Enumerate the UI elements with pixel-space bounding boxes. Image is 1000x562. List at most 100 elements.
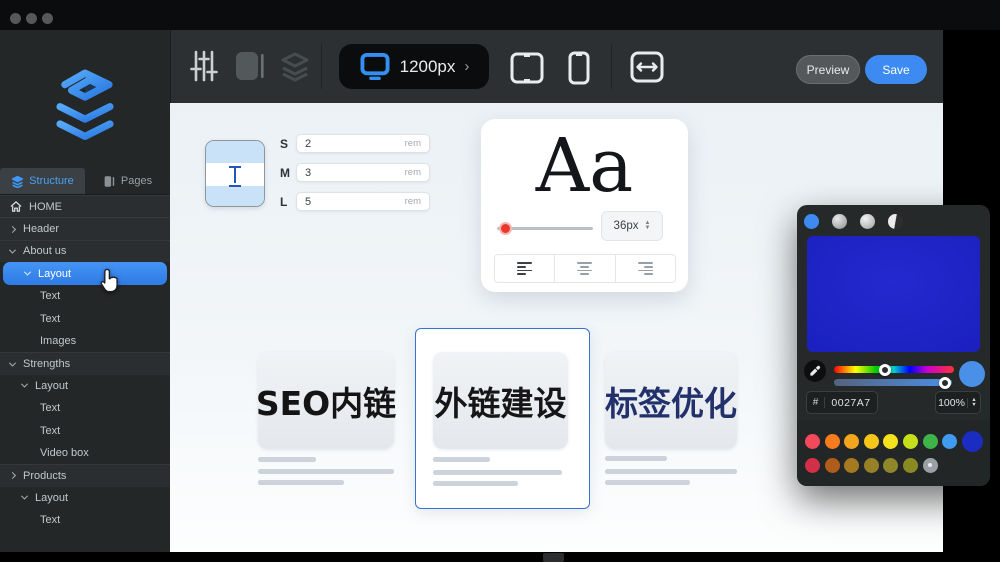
sidebar-item-strengths[interactable]: Strengths — [0, 352, 170, 375]
sidebar-item-video-box[interactable]: Video box — [0, 442, 170, 464]
spacing-input-m[interactable]: 3 rem — [296, 163, 430, 182]
sidebar-item-products[interactable]: Products — [0, 464, 170, 487]
sidebar-item-text[interactable]: Text — [0, 420, 170, 442]
sidebar-item-about-us[interactable]: About us — [0, 239, 170, 263]
card-title: 外链建设 — [434, 383, 567, 423]
monitor-stand — [543, 553, 564, 562]
feature-card-selected[interactable]: 外链建设 — [433, 352, 568, 449]
window-close-button[interactable] — [10, 13, 21, 24]
color-swatch[interactable] — [844, 433, 860, 449]
opacity-input[interactable]: 100% ▲ ▼ — [935, 391, 981, 414]
eyedropper-button[interactable] — [804, 360, 826, 382]
align-right-icon — [637, 261, 653, 276]
preview-button[interactable]: Preview — [796, 55, 860, 84]
viewport-size-selector[interactable]: 1200px › — [339, 44, 489, 89]
sidebar-item-text[interactable]: Text — [0, 285, 170, 307]
color-swatch[interactable] — [883, 457, 899, 473]
tree-item-label: Text — [40, 514, 61, 527]
chevron-down-icon — [8, 246, 17, 254]
sidebar-item-images[interactable]: Images — [0, 330, 170, 352]
stepper-arrows-icon[interactable]: ▲ ▼ — [644, 220, 650, 231]
sidebar-item-text[interactable]: Text — [0, 509, 170, 531]
color-swatch[interactable] — [805, 457, 820, 473]
spacing-value: 2 — [305, 137, 312, 150]
layers-stack-icon[interactable] — [279, 50, 311, 87]
color-swatch[interactable] — [902, 457, 918, 473]
panel-icon[interactable] — [233, 50, 267, 87]
color-swatch[interactable] — [805, 433, 820, 449]
brightness-knob[interactable] — [939, 376, 951, 389]
window-minimize-button[interactable] — [26, 13, 37, 24]
color-swatch[interactable] — [824, 457, 840, 473]
sidebar-item-text[interactable]: Text — [0, 308, 170, 330]
save-button[interactable]: Save — [865, 55, 927, 84]
feature-card[interactable]: 标签优化 — [605, 352, 737, 449]
color-swatch[interactable] — [863, 433, 879, 449]
sidebar-item-layout-selected[interactable]: Layout — [3, 262, 167, 286]
tree-item-label: Video box — [40, 447, 89, 460]
tab-pages[interactable]: Pages — [85, 168, 170, 194]
toolbar-divider — [321, 44, 322, 89]
align-right-button[interactable] — [616, 255, 675, 282]
sidebar-item-home[interactable]: HOME — [0, 195, 170, 218]
font-size-slider[interactable] — [497, 221, 593, 235]
placeholder-line — [433, 470, 562, 475]
spacing-band-bottom — [206, 186, 264, 206]
hex-input[interactable]: # 0027A7 — [806, 391, 878, 414]
color-swatch[interactable] — [942, 433, 958, 449]
hue-slider[interactable] — [834, 363, 954, 376]
sidebar-item-layout[interactable]: Layout — [0, 487, 170, 509]
color-swatch[interactable] — [883, 433, 899, 449]
chevron-down-icon — [20, 492, 29, 500]
spacing-input-s[interactable]: 2 rem — [296, 134, 430, 153]
contrast-icon[interactable] — [888, 214, 903, 229]
viewport-size-value: 1200px — [399, 56, 456, 76]
tree-item-label: Text — [40, 312, 61, 325]
chevron-right-icon — [8, 472, 17, 480]
picker-mode-dot[interactable] — [860, 214, 875, 229]
spacing-preview-box[interactable] — [205, 140, 265, 207]
tab-structure-label: Structure — [29, 175, 74, 187]
placeholder-line — [433, 457, 490, 462]
picker-mode-dot[interactable] — [832, 214, 847, 229]
tablet-icon[interactable] — [508, 51, 546, 90]
toolbar: 1200px › Preview Save — [170, 30, 943, 103]
color-swatch[interactable] — [863, 457, 879, 473]
color-swatch[interactable] — [844, 457, 860, 473]
hue-knob[interactable] — [879, 363, 891, 376]
spacing-band-top — [206, 141, 264, 163]
text-cursor-icon — [229, 166, 241, 187]
color-swatch[interactable] — [902, 433, 918, 449]
structure-tree: HOME Header About us Layout Text Text Im… — [0, 195, 170, 531]
color-swatch[interactable] — [922, 457, 938, 473]
sidebar-tabs: Structure Pages — [0, 168, 170, 195]
color-swatch[interactable] — [922, 433, 938, 449]
tab-structure[interactable]: Structure — [0, 168, 85, 194]
tree-item-label: Text — [40, 402, 61, 415]
stepper-arrows-icon[interactable]: ▲ ▼ — [967, 397, 980, 408]
color-swatch[interactable] — [824, 433, 840, 449]
spacing-unit: rem — [404, 138, 421, 149]
sidebar-item-header[interactable]: Header — [0, 217, 170, 240]
align-left-button[interactable] — [495, 255, 556, 282]
color-field[interactable] — [807, 236, 980, 352]
tree-item-label: Header — [23, 223, 60, 236]
window-zoom-button[interactable] — [42, 13, 53, 24]
custom-width-icon[interactable] — [629, 51, 665, 88]
sidebar-item-layout[interactable]: Layout — [0, 375, 170, 397]
eyedropper-icon — [810, 365, 821, 376]
align-center-button[interactable] — [555, 255, 616, 282]
spacing-unit: rem — [404, 167, 421, 178]
page-icon — [104, 175, 115, 187]
feature-card[interactable]: SEO内链 — [256, 352, 396, 449]
spacing-input-l[interactable]: 5 rem — [296, 192, 430, 211]
phone-icon[interactable] — [566, 50, 592, 91]
font-size-stepper[interactable]: 36px ▲ ▼ — [601, 211, 663, 241]
brightness-slider[interactable] — [834, 376, 952, 389]
spacing-row-m: M 3 rem — [280, 163, 430, 182]
settings-sliders-icon[interactable] — [189, 48, 219, 89]
sidebar-item-text[interactable]: Text — [0, 397, 170, 419]
color-swatch[interactable] — [961, 430, 983, 452]
picker-active-dot[interactable] — [804, 214, 819, 229]
slider-knob[interactable] — [499, 221, 512, 235]
